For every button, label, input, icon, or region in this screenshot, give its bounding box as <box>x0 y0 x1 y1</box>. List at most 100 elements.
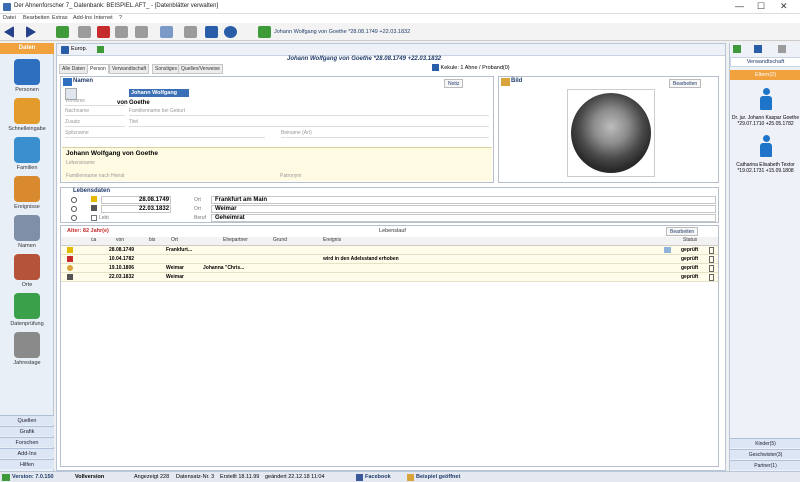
female-symbol-icon[interactable] <box>71 206 77 212</box>
facebook-link[interactable]: Facebook <box>365 474 391 480</box>
close-button[interactable]: ✕ <box>780 1 788 12</box>
left-btn-quellen[interactable]: Quellen <box>0 415 54 425</box>
home-person-icon[interactable] <box>258 26 271 38</box>
right-view-icon[interactable] <box>754 45 762 53</box>
menu-bar: Datei Bearbeiten Extras Add-Ins Internet… <box>0 14 800 23</box>
father-info[interactable]: Dr. jur. Johann Kaspar Goethe *29.07.171… <box>730 115 800 127</box>
nachname-field[interactable]: Goethe <box>129 100 150 106</box>
menu-bearbeiten[interactable]: Bearbeiten <box>23 15 50 21</box>
table-row[interactable]: 28.08.1749 Frankfurt... geprüft <box>61 246 718 255</box>
mother-info[interactable]: Catharina Elisabeth Textor *19.02.1731 +… <box>730 162 800 174</box>
bild-edit-button[interactable]: Bearbeiten <box>669 79 702 88</box>
menu-addins[interactable]: Add-Ins <box>73 15 92 21</box>
death-place-field[interactable]: Weimar <box>211 205 716 213</box>
col-von[interactable]: von <box>116 237 124 243</box>
row-edit-icon[interactable] <box>709 274 714 281</box>
birth-date[interactable]: 28.08.1749 <box>139 197 169 203</box>
rufname-field[interactable]: Johann Wolfgang <box>129 89 189 97</box>
menu-help[interactable]: ? <box>119 15 122 21</box>
row-edit-icon[interactable] <box>709 265 714 272</box>
beiname-field[interactable]: Beiname (Art) <box>281 129 489 138</box>
col-status[interactable]: Status <box>683 237 697 243</box>
unknown-gender-icon[interactable] <box>71 215 77 221</box>
famname-heirat-label: Familienname nach Heirat <box>66 173 125 179</box>
praefix-field[interactable]: von <box>117 100 128 106</box>
nav-datenpruefung[interactable]: Datenprüfung <box>0 293 54 327</box>
region-dropdown[interactable]: Europ. <box>71 46 87 52</box>
nav-personen[interactable]: Personen <box>0 59 54 93</box>
table-row[interactable]: 10.04.1782 wird in den Adelsstand erhobe… <box>61 255 718 264</box>
lebenslauf-edit-button[interactable]: Bearbeiten <box>666 227 699 236</box>
left-btn-addins[interactable]: Add-Ins <box>0 448 54 458</box>
table-row[interactable]: 19.10.1806 Weimar Johanna "Chris... gepr… <box>61 264 718 273</box>
maximize-button[interactable]: ☐ <box>757 1 765 12</box>
birth-place-field[interactable]: Frankfurt am Main <box>211 196 716 204</box>
tab-alle-daten[interactable]: Alle Daten <box>59 64 89 74</box>
mother-person-icon[interactable] <box>759 135 773 157</box>
col-bis[interactable]: bis <box>149 237 155 243</box>
death-date[interactable]: 22.03.1832 <box>139 206 169 212</box>
menu-datei[interactable]: Datei <box>3 15 16 21</box>
nav-small-icon[interactable] <box>61 46 69 54</box>
row-edit-icon[interactable] <box>709 247 714 254</box>
portrait-image[interactable] <box>571 93 651 173</box>
menu-internet[interactable]: Internet <box>94 15 113 21</box>
tree-icon[interactable] <box>205 26 218 38</box>
facebook-icon[interactable] <box>356 474 363 481</box>
beruf-field[interactable]: Geheimrat <box>211 214 716 222</box>
male-symbol-icon[interactable] <box>71 197 77 203</box>
partner-button[interactable]: Partner(1) <box>730 460 800 470</box>
left-btn-hilfen[interactable]: Hilfen <box>0 459 54 469</box>
tab-sonstiges[interactable]: Sonstiges <box>152 64 180 74</box>
nav-jahrestage[interactable]: Jahrestage <box>0 332 54 366</box>
left-panel: Daten Personen Schnelleingabe Familien E… <box>0 43 54 471</box>
forward-arrow-icon[interactable] <box>26 26 36 38</box>
list-icon[interactable] <box>115 26 128 38</box>
eltern-header[interactable]: Eltern(2) <box>730 70 800 80</box>
nav-orte[interactable]: Orte <box>0 254 54 288</box>
tab-verwandtschaft[interactable]: Verwandtschaft <box>109 64 150 74</box>
edit-icon[interactable] <box>78 26 91 38</box>
spitzname-field[interactable]: Spitzname <box>65 129 265 138</box>
image-icon <box>501 78 510 86</box>
print-icon[interactable] <box>135 26 148 38</box>
nav-familien[interactable]: Familien <box>0 137 54 171</box>
delete-icon[interactable] <box>97 26 110 38</box>
col-ca[interactable]: ca <box>91 237 96 243</box>
minimize-button[interactable]: — <box>735 1 744 11</box>
report-icon[interactable] <box>160 26 173 38</box>
link-icon[interactable] <box>664 247 671 253</box>
titel-field[interactable]: Titel <box>129 118 489 127</box>
right-nav-icon[interactable] <box>733 45 741 53</box>
globe-icon[interactable] <box>224 26 237 38</box>
col-ort[interactable]: Ort <box>171 237 178 243</box>
menu-extras[interactable]: Extras <box>52 15 68 21</box>
book-icon[interactable] <box>184 26 197 38</box>
geschwister-button[interactable]: Geschwister(3) <box>730 449 800 459</box>
add-person-icon[interactable] <box>56 26 69 38</box>
father-person-icon[interactable] <box>759 88 773 110</box>
left-btn-grafik[interactable]: Grafik <box>0 426 54 436</box>
verwandtschaft-link[interactable]: Verwandtschaft <box>730 57 800 67</box>
col-grund[interactable]: Grund <box>273 237 287 243</box>
tab-person[interactable]: Person <box>87 64 109 74</box>
col-ehepartner[interactable]: Ehepartner <box>223 237 248 243</box>
notiz-button[interactable]: Notiz <box>444 79 464 88</box>
nav-ereignisse[interactable]: Ereignisse <box>0 176 54 210</box>
small-add-icon[interactable] <box>97 46 104 53</box>
check-icon <box>14 293 40 319</box>
row-edit-icon[interactable] <box>709 256 714 263</box>
famname-geburt-field[interactable]: Familienname bei Geburt <box>129 107 489 116</box>
back-arrow-icon[interactable] <box>4 26 14 38</box>
home-person-label[interactable]: Johann Wolfgang von Goethe *28.08.1749 +… <box>274 29 410 35</box>
right-options-icon[interactable] <box>778 45 786 53</box>
table-row[interactable]: 22.03.1832 Weimar geprüft <box>61 273 718 282</box>
nav-schnelleingabe[interactable]: Schnelleingabe <box>0 98 54 132</box>
col-ereignis[interactable]: Ereignis <box>323 237 341 243</box>
lebenslauf-title: Lebenslauf <box>379 228 406 234</box>
kinder-button[interactable]: Kinder(5) <box>730 438 800 448</box>
nav-namen[interactable]: Namen <box>0 215 54 249</box>
tab-quellen[interactable]: Quellen/Verweise <box>178 64 223 74</box>
lebt-checkbox[interactable] <box>91 215 97 221</box>
left-btn-forschen[interactable]: Forschen <box>0 437 54 447</box>
